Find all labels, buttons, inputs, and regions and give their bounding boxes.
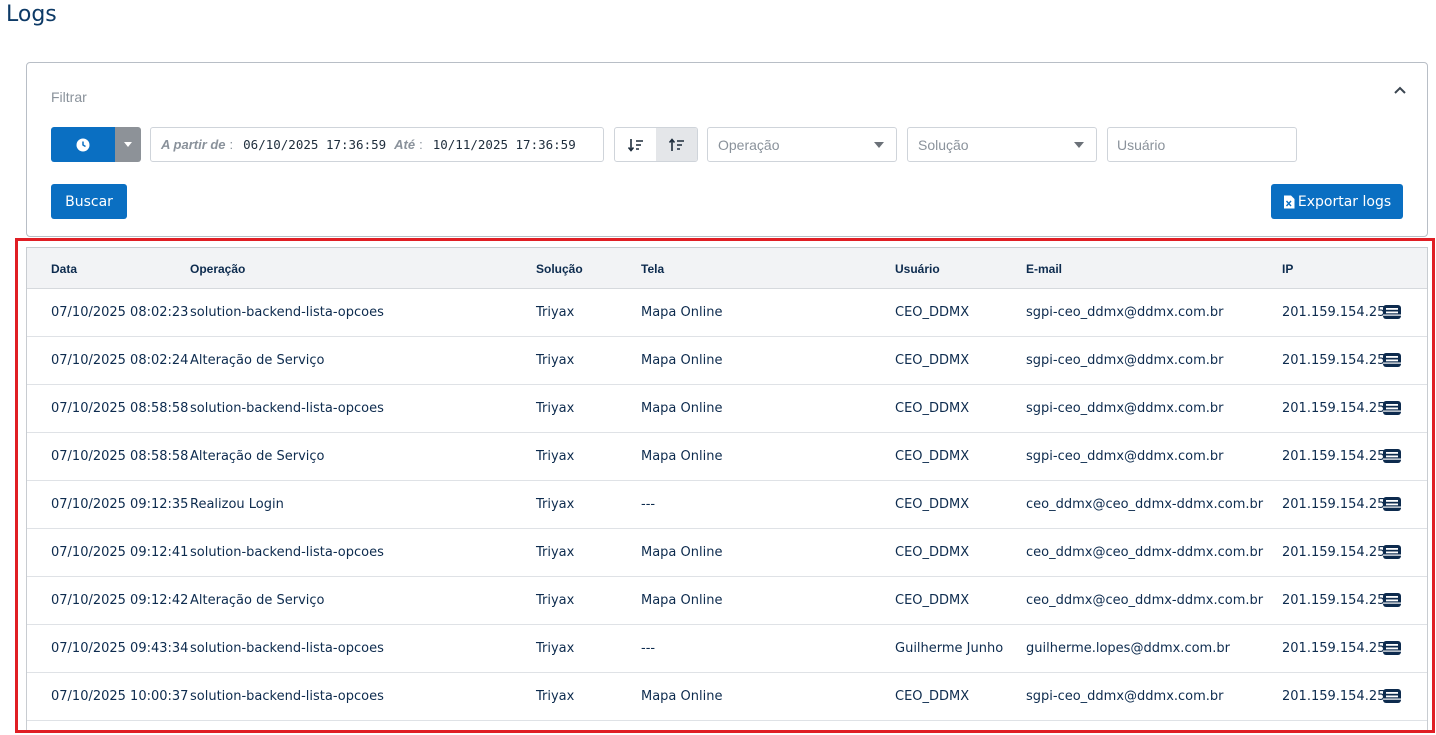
- sort-ascending-icon: [668, 137, 684, 151]
- solution-select[interactable]: Solução: [907, 127, 1097, 162]
- sort-descending-icon: [627, 138, 643, 152]
- solution-placeholder: Solução: [918, 136, 969, 153]
- time-filter-dropdown[interactable]: [115, 127, 141, 162]
- date-from-value[interactable]: 06/10/2025 17:36:59: [243, 137, 386, 152]
- caret-down-icon: [1074, 142, 1084, 148]
- date-to-label: Até: [394, 137, 416, 152]
- filter-panel: Filtrar A partir de : 06/10/2025 17:36:5…: [26, 62, 1428, 237]
- sort-order-toggle: [614, 127, 698, 162]
- time-filter-button[interactable]: [51, 127, 115, 162]
- date-from-label: A partir de: [161, 137, 226, 152]
- date-to-value[interactable]: 10/11/2025 17:36:59: [433, 137, 576, 152]
- chevron-up-icon[interactable]: [1393, 83, 1407, 97]
- export-logs-button[interactable]: Exportar logs: [1271, 184, 1403, 219]
- clock-icon: [76, 138, 90, 151]
- export-logs-label: Exportar logs: [1297, 193, 1392, 210]
- sort-ascending-button[interactable]: [656, 128, 697, 161]
- file-excel-icon: [1283, 195, 1295, 208]
- page-title: Logs: [6, 2, 57, 27]
- caret-down-icon: [124, 142, 132, 147]
- table-highlight-box: [15, 238, 1435, 733]
- operation-select[interactable]: Operação: [707, 127, 897, 162]
- filter-label: Filtrar: [51, 89, 87, 105]
- operation-placeholder: Operação: [718, 136, 780, 153]
- user-input[interactable]: [1107, 127, 1297, 162]
- search-button[interactable]: Buscar: [51, 184, 127, 219]
- sort-descending-button[interactable]: [615, 128, 656, 161]
- caret-down-icon: [874, 142, 884, 148]
- date-range-field[interactable]: A partir de : 06/10/2025 17:36:59 Até : …: [150, 127, 604, 162]
